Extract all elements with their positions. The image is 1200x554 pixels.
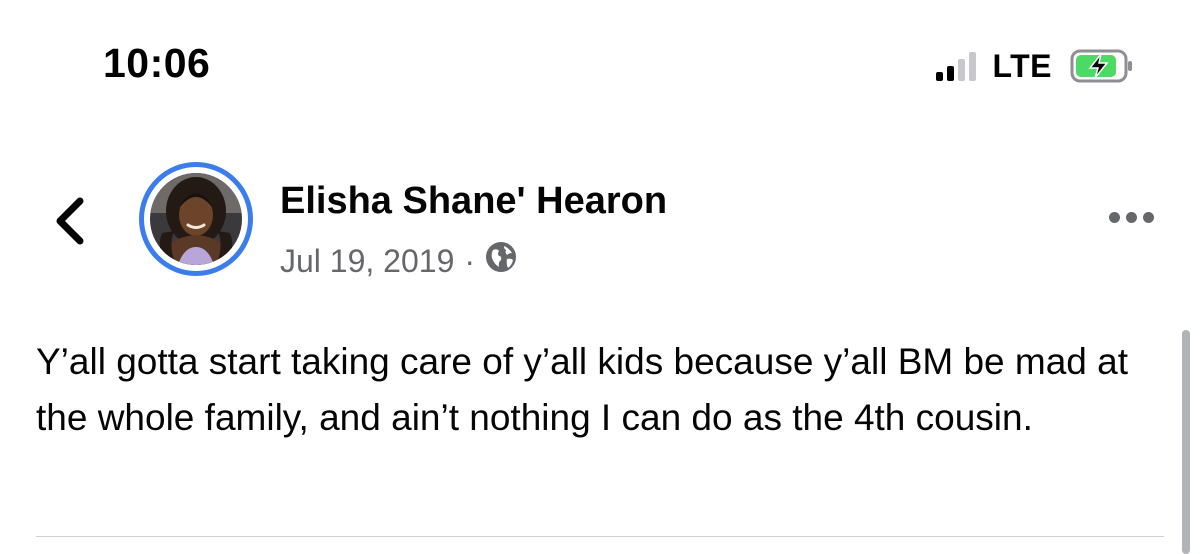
status-icons: LTE	[936, 46, 1134, 86]
network-type-label: LTE	[992, 47, 1052, 84]
post-screen: 10:06 LTE Elisha Shane' Hearon Jul 19, 2…	[0, 0, 1200, 554]
scrollbar[interactable]	[1182, 330, 1190, 554]
meta-separator: ·	[464, 242, 476, 279]
status-time: 10:06	[103, 40, 211, 86]
post-date[interactable]: Jul 19, 2019	[280, 243, 454, 280]
post-meta: Jul 19, 2019 ·	[280, 241, 517, 281]
back-button[interactable]	[50, 195, 90, 247]
divider	[36, 536, 1164, 537]
chevron-left-icon	[56, 197, 84, 245]
globe-icon	[485, 241, 517, 281]
author-name[interactable]: Elisha Shane' Hearon	[280, 180, 667, 223]
more-options-icon[interactable]	[1109, 212, 1154, 223]
avatar[interactable]	[139, 162, 253, 276]
battery-charging-icon	[1070, 49, 1134, 83]
post-text: Y’all gotta start taking care of y’all k…	[36, 341, 1129, 438]
profile-photo	[150, 173, 242, 265]
cellular-signal-icon	[936, 51, 977, 81]
